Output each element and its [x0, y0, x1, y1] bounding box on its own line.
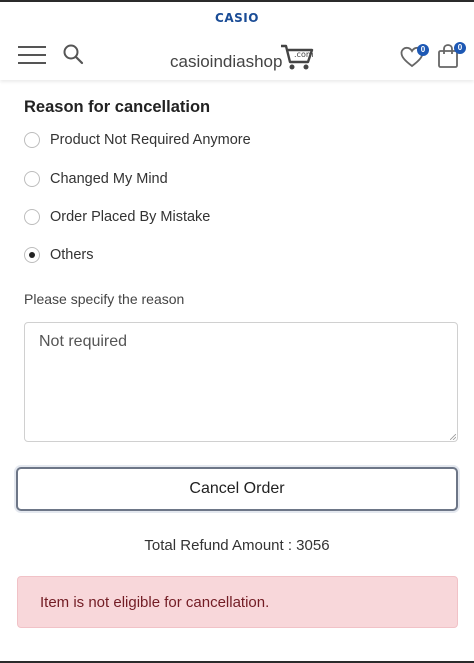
option-product-not-required[interactable]: Product Not Required Anymore — [24, 130, 251, 150]
option-label: Product Not Required Anymore — [50, 132, 251, 148]
radio-button[interactable] — [24, 132, 40, 148]
cancel-order-button[interactable]: Cancel Order — [16, 467, 458, 511]
search-icon[interactable] — [62, 43, 84, 65]
specify-reason-label: Please specify the reason — [24, 291, 185, 307]
radio-button[interactable] — [24, 209, 40, 225]
option-label: Others — [50, 247, 94, 263]
cart-logo-icon: .com — [281, 44, 314, 70]
resize-handle-icon[interactable] — [450, 434, 456, 440]
radio-button-selected[interactable] — [24, 247, 40, 263]
casio-brand-logo[interactable]: CASIO — [0, 11, 474, 25]
option-changed-my-mind[interactable]: Changed My Mind — [24, 169, 168, 189]
casioindiashop-logo[interactable]: casioindiashop .com — [170, 42, 314, 72]
wishlist-count-badge: 0 — [417, 44, 429, 56]
logo-suffix: .com — [294, 50, 314, 59]
section-title: Reason for cancellation — [24, 98, 211, 116]
reason-textarea[interactable]: Not required — [24, 322, 458, 442]
option-order-placed-by-mistake[interactable]: Order Placed By Mistake — [24, 207, 210, 227]
option-label: Changed My Mind — [50, 171, 168, 187]
error-alert: Item is not eligible for cancellation. — [17, 576, 458, 628]
cart-count-badge: 0 — [454, 42, 466, 54]
menu-icon[interactable] — [18, 44, 46, 66]
radio-button[interactable] — [24, 171, 40, 187]
option-label: Order Placed By Mistake — [50, 209, 211, 225]
option-others[interactable]: Others — [24, 245, 94, 265]
logo-text: casioindiashop — [170, 52, 283, 71]
total-refund-amount: Total Refund Amount : 3056 — [144, 537, 330, 554]
alert-message: Item is not eligible for cancellation. — [40, 593, 270, 611]
